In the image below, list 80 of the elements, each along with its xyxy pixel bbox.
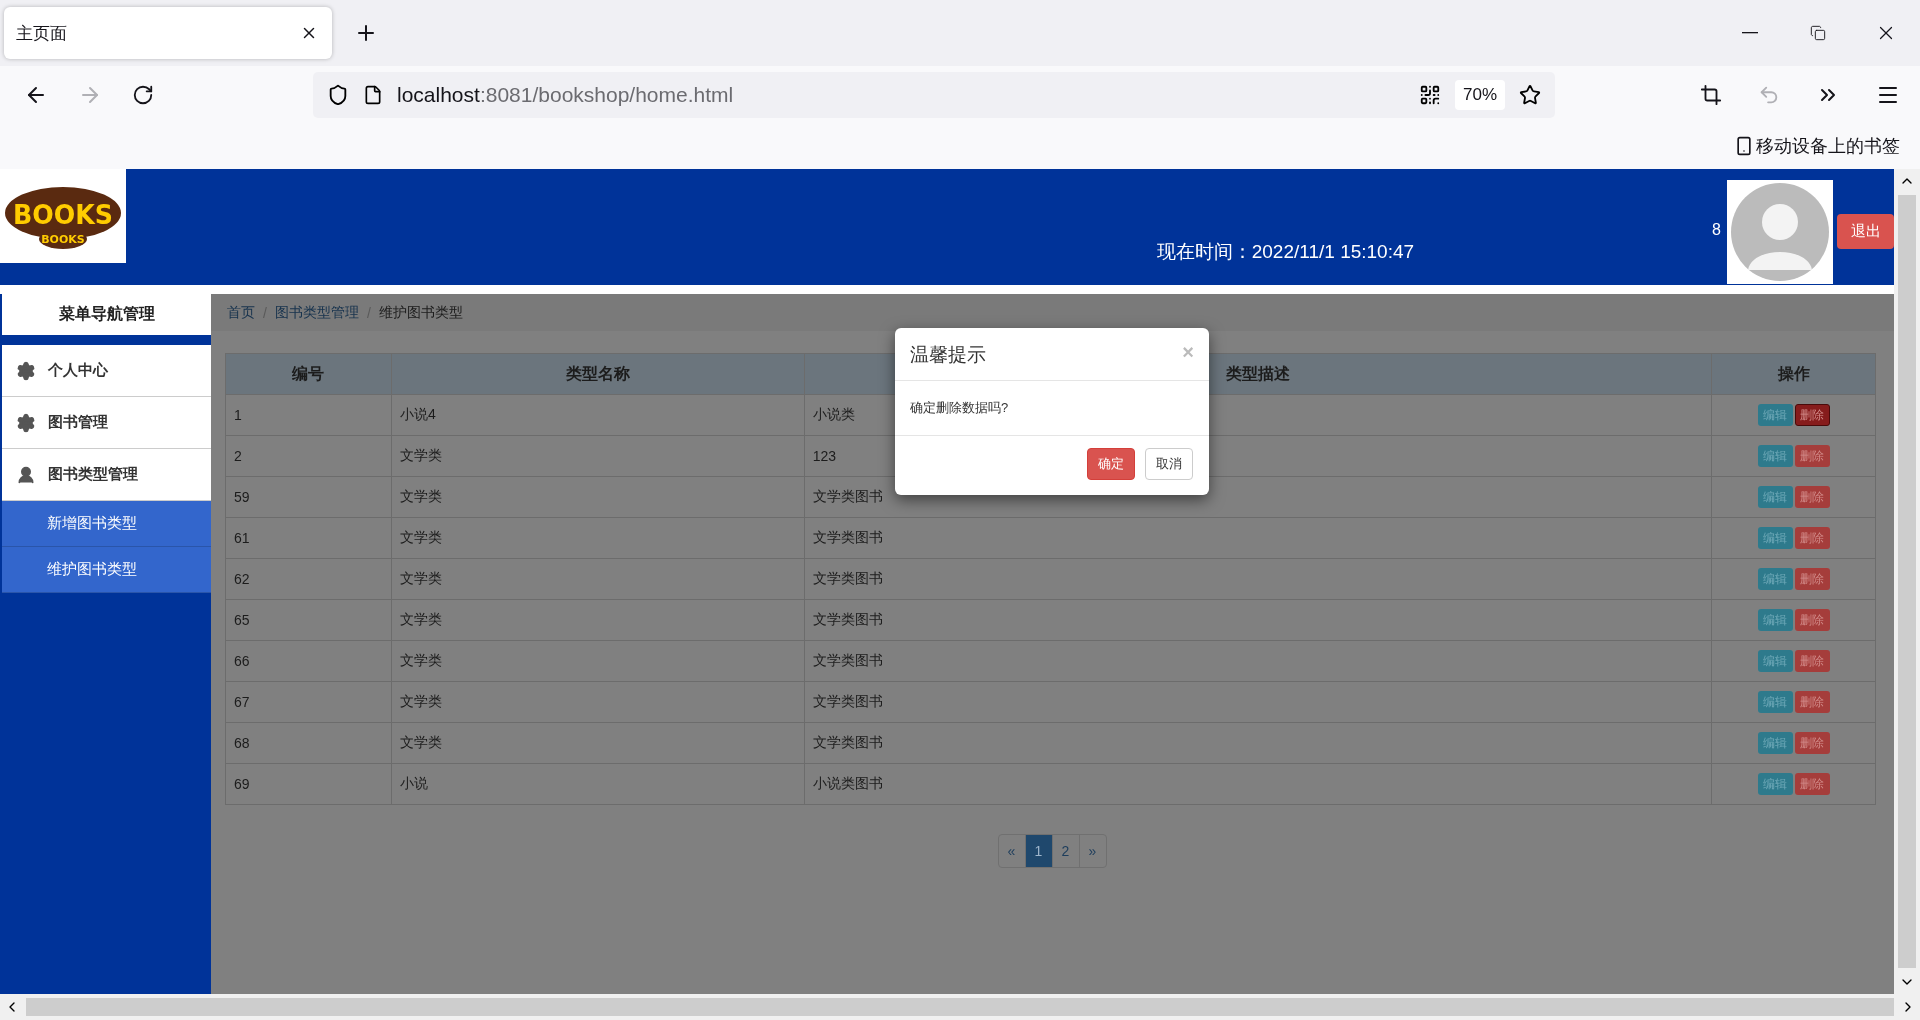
table-cell: 67 — [225, 681, 392, 723]
menu-item[interactable]: 图书管理 — [2, 397, 211, 449]
delete-button[interactable]: 删除 — [1794, 445, 1830, 467]
table-cell: 文学类 — [391, 517, 805, 559]
browser-tab[interactable]: 主页面 — [4, 7, 332, 59]
user-icon — [16, 464, 36, 485]
breadcrumb-separator: / — [366, 304, 371, 321]
submenu-item[interactable]: 新增图书类型 — [2, 501, 211, 547]
gear-icon — [16, 360, 36, 381]
delete-button[interactable]: 删除 — [1794, 568, 1830, 590]
breadcrumb-page-name: 维护图书类型 — [378, 303, 463, 322]
page-icon — [363, 84, 383, 105]
table-cell: 文学类图书 — [804, 722, 1712, 764]
table-cell: 66 — [225, 640, 392, 682]
table-cell: 文学类图书 — [804, 558, 1712, 600]
table-cell: 文学类图书 — [804, 681, 1712, 723]
delete-button[interactable]: 删除 — [1794, 404, 1830, 426]
logout-button[interactable]: 退出 — [1837, 214, 1894, 249]
table-cell: 62 — [225, 558, 392, 600]
zoom-level-button[interactable]: 70% — [1454, 79, 1505, 110]
column-header: 编号 — [225, 353, 392, 395]
delete-button[interactable]: 删除 — [1794, 691, 1830, 713]
table-cell: 小说类图书 — [804, 763, 1712, 805]
table-cell: 文学类 — [391, 722, 805, 764]
gear-icon — [16, 412, 36, 433]
table-cell: 文学类 — [391, 558, 805, 600]
table-cell: 61 — [225, 517, 392, 559]
address-bar[interactable]: localhost:8081/bookshop/home.html 70% — [313, 71, 1555, 118]
breadcrumb-link[interactable]: 图书类型管理 — [274, 303, 359, 322]
table-cell: 文学类图书 — [804, 517, 1712, 559]
shield-icon — [327, 83, 349, 106]
table-cell: 文学类图书 — [804, 599, 1712, 641]
delete-button[interactable]: 删除 — [1794, 650, 1830, 672]
delete-button[interactable]: 删除 — [1794, 732, 1830, 754]
delete-button[interactable]: 删除 — [1794, 773, 1830, 795]
submenu-item[interactable]: 维护图书类型 — [2, 547, 211, 593]
dialog-message: 确定删除数据吗? — [895, 381, 1209, 436]
avatar-icon — [1730, 182, 1830, 282]
breadcrumb-separator: / — [263, 304, 267, 321]
tab-title: 主页面 — [16, 22, 67, 45]
bookmarks-link[interactable]: 移动设备上的书签 — [1734, 134, 1900, 158]
horizontal-scrollbar[interactable] — [0, 994, 1920, 1020]
table-cell: 68 — [225, 722, 392, 764]
table-cell: 文学类 — [391, 681, 805, 723]
table-cell: 1 — [225, 394, 392, 436]
table-cell: 65 — [225, 599, 392, 641]
delete-button[interactable]: 删除 — [1794, 486, 1830, 508]
delete-button[interactable]: 删除 — [1794, 609, 1830, 631]
column-header: 类型名称 — [391, 353, 805, 395]
cancel-button[interactable]: 取消 — [1145, 448, 1193, 480]
menu-item[interactable]: 图书类型管理 — [2, 449, 211, 501]
crop-button[interactable] — [1700, 83, 1722, 106]
breadcrumb-link[interactable]: 首页 — [227, 303, 255, 322]
delete-button[interactable]: 删除 — [1794, 527, 1830, 549]
restore-icon — [1810, 25, 1826, 41]
current-time: 现在时间：2022/11/1 15:10:47 — [1156, 240, 1415, 264]
phone-icon — [1734, 136, 1754, 156]
minimize-icon — [1742, 32, 1758, 34]
menu-title: 菜单导航管理 — [2, 294, 211, 335]
page-button[interactable]: 2 — [1051, 834, 1080, 868]
table-cell: 文学类 — [391, 640, 805, 682]
bookmark-star-icon[interactable] — [1519, 83, 1541, 106]
table-cell: 59 — [225, 476, 392, 518]
table-cell: 文学类 — [391, 435, 805, 477]
table-cell: 小说4 — [391, 394, 805, 436]
table-cell: 文学类 — [391, 599, 805, 641]
confirm-button[interactable]: 确定 — [1087, 448, 1135, 480]
table-cell: 69 — [225, 763, 392, 805]
reload-button[interactable] — [132, 83, 154, 106]
table-cell: 文学类 — [391, 476, 805, 518]
table-cell: 文学类图书 — [804, 640, 1712, 682]
table-cell: 小说 — [391, 763, 805, 805]
page-button[interactable]: 1 — [1024, 834, 1053, 868]
next-page-button[interactable]: » — [1078, 834, 1107, 868]
table-cell: 2 — [225, 435, 392, 477]
qr-code-icon[interactable] — [1418, 83, 1441, 106]
menu-item[interactable]: 个人中心 — [2, 345, 211, 397]
vertical-scrollbar[interactable] — [1894, 169, 1920, 994]
column-header: 操作 — [1711, 353, 1876, 395]
user-count: 8 — [1712, 221, 1721, 239]
